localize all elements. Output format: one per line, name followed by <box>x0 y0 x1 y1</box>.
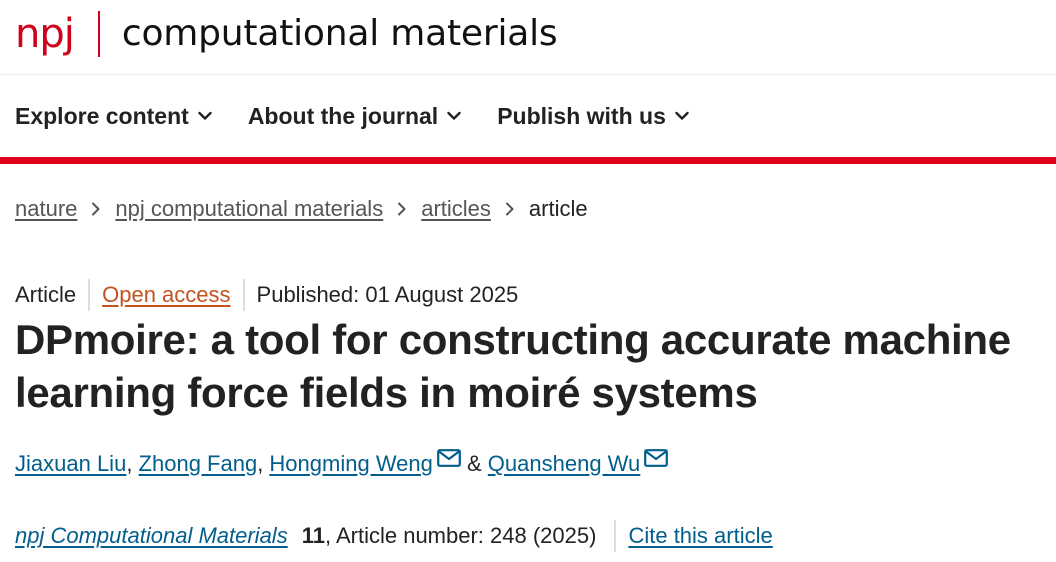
journal-logo[interactable]: npj computational materials <box>15 6 558 62</box>
published-date: Published: 01 August 2025 <box>256 282 519 307</box>
author-link[interactable]: Jiaxuan Liu <box>15 451 126 477</box>
author-list: Jiaxuan Liu, Zhong Fang, Hongming Weng &… <box>15 449 669 477</box>
article-meta: Article Open access Published: 01 August… <box>15 279 518 311</box>
article-title-line-2: learning force fields in moiré systems <box>15 369 758 416</box>
main-nav: Explore content About the journal Publis… <box>0 75 1056 157</box>
breadcrumb-link-articles[interactable]: articles <box>421 196 491 222</box>
breadcrumb: nature npj computational materials artic… <box>15 196 588 222</box>
article-title: DPmoire: a tool for constructing accurat… <box>15 313 1050 419</box>
site-header: npj computational materials <box>0 0 1056 75</box>
cite-this-article-link[interactable]: Cite this article <box>628 523 772 549</box>
author-separator: , <box>126 451 139 476</box>
nav-item-label: Explore content <box>15 102 189 129</box>
author-link[interactable]: Quansheng Wu <box>488 451 640 477</box>
nav-about-the-journal[interactable]: About the journal <box>248 103 461 130</box>
nav-item-label: Publish with us <box>497 102 666 129</box>
nav-explore-content[interactable]: Explore content <box>15 103 212 130</box>
breadcrumb-current: article <box>528 196 588 221</box>
chevron-right-icon <box>505 202 515 216</box>
logo-divider <box>97 11 100 57</box>
breadcrumb-link-journal[interactable]: npj computational materials <box>115 196 383 222</box>
author-separator: , <box>257 451 270 476</box>
journal-link[interactable]: npj Computational Materials <box>15 523 288 549</box>
brand-accent-bar <box>0 157 1056 164</box>
chevron-down-icon <box>447 111 461 121</box>
citation-line: npj Computational Materials 11 , Article… <box>15 520 773 552</box>
chevron-down-icon <box>198 111 212 121</box>
citation-divider <box>614 520 617 552</box>
logo-brand: npj <box>15 11 75 57</box>
open-access-link[interactable]: Open access <box>102 282 230 308</box>
nav-publish-with-us[interactable]: Publish with us <box>497 103 689 130</box>
meta-divider <box>242 279 245 311</box>
article-type: Article <box>15 282 77 307</box>
nav-item-label: About the journal <box>247 102 439 129</box>
breadcrumb-link-nature[interactable]: nature <box>15 196 77 222</box>
chevron-down-icon <box>675 111 689 121</box>
volume-number: 11 <box>301 523 325 548</box>
chevron-right-icon <box>397 202 407 216</box>
meta-divider <box>88 279 91 311</box>
logo-journal-title: computational materials <box>121 13 558 54</box>
author-link[interactable]: Hongming Weng <box>269 451 432 477</box>
mail-icon[interactable] <box>644 449 669 467</box>
mail-icon[interactable] <box>436 449 461 467</box>
chevron-right-icon <box>91 202 101 216</box>
author-link[interactable]: Zhong Fang <box>139 451 258 477</box>
article-number: , Article number: 248 (2025) <box>324 523 597 548</box>
author-separator: & <box>460 451 488 476</box>
article-title-line-1: DPmoire: a tool for constructing accurat… <box>15 316 1011 363</box>
